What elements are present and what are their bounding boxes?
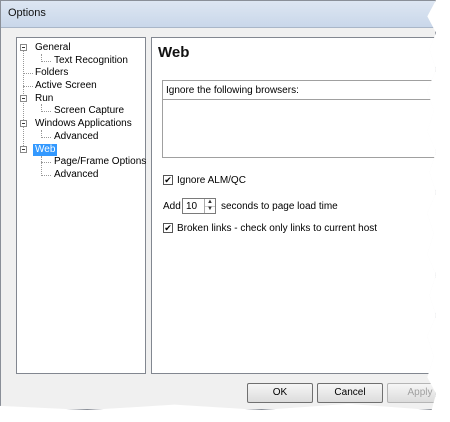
spin-down-icon[interactable]: ▼: [205, 206, 215, 213]
collapse-icon[interactable]: [20, 95, 27, 102]
tree-item-general[interactable]: General: [35, 42, 71, 54]
page-title: Web: [158, 44, 190, 61]
ignore-alm-checkbox[interactable]: ✔: [163, 175, 173, 185]
tree-item-run[interactable]: Run: [35, 93, 53, 105]
add-label: Add: [163, 201, 181, 212]
broken-links-label: Broken links - check only links to curre…: [177, 223, 378, 234]
tree-connector: [41, 162, 51, 163]
seconds-label: seconds to page load time: [221, 201, 338, 212]
tree-connector: [41, 137, 51, 138]
collapse-icon[interactable]: [20, 120, 27, 127]
broken-links-checkbox[interactable]: ✔: [163, 223, 173, 233]
ignore-browsers-list[interactable]: [162, 99, 436, 158]
apply-button[interactable]: Apply: [387, 383, 436, 403]
tree-item-web[interactable]: Web: [33, 144, 58, 156]
ignore-browsers-header: Ignore the following browsers:: [162, 80, 436, 100]
tree-item-web-advanced[interactable]: Advanced: [54, 169, 98, 181]
cancel-button[interactable]: Cancel: [317, 383, 383, 403]
tree-connector: [23, 73, 33, 74]
tree-item-advanced[interactable]: Advanced: [54, 131, 98, 143]
tree-connector: [41, 175, 51, 176]
tree-item-screen-capture[interactable]: Screen Capture: [54, 105, 124, 117]
tree-item-folders[interactable]: Folders: [35, 67, 68, 79]
page-load-seconds-value[interactable]: 10: [186, 201, 197, 212]
ok-button[interactable]: OK: [247, 383, 313, 403]
window-title: Options: [8, 7, 46, 19]
page-load-seconds-stepper[interactable]: 10 ▲ ▼: [182, 198, 216, 214]
tree-connector: [41, 156, 42, 176]
options-tree[interactable]: General Text Recognition Folders Active …: [16, 37, 146, 374]
tree-item-active-screen[interactable]: Active Screen: [35, 80, 97, 92]
tree-connector: [23, 86, 33, 87]
ignore-alm-label: Ignore ALM/QC: [177, 175, 246, 186]
spin-buttons: ▲ ▼: [204, 199, 215, 213]
title-bar[interactable]: Options: [1, 1, 435, 28]
tree-item-page-frame-options[interactable]: Page/Frame Options: [54, 156, 146, 168]
tree-item-windows-applications[interactable]: Windows Applications: [35, 118, 132, 130]
tree-item-text-recognition[interactable]: Text Recognition: [54, 55, 128, 67]
tree-connector: [41, 111, 51, 112]
collapse-icon[interactable]: [20, 146, 27, 153]
web-settings-panel: Web Ignore the following browsers: ✔ Ign…: [151, 37, 436, 374]
options-dialog: Options General Text Recognition Folders…: [0, 0, 436, 410]
tree-connector: [41, 61, 51, 62]
ignore-browsers-label: Ignore the following browsers:: [166, 85, 299, 96]
collapse-icon[interactable]: [20, 44, 27, 51]
